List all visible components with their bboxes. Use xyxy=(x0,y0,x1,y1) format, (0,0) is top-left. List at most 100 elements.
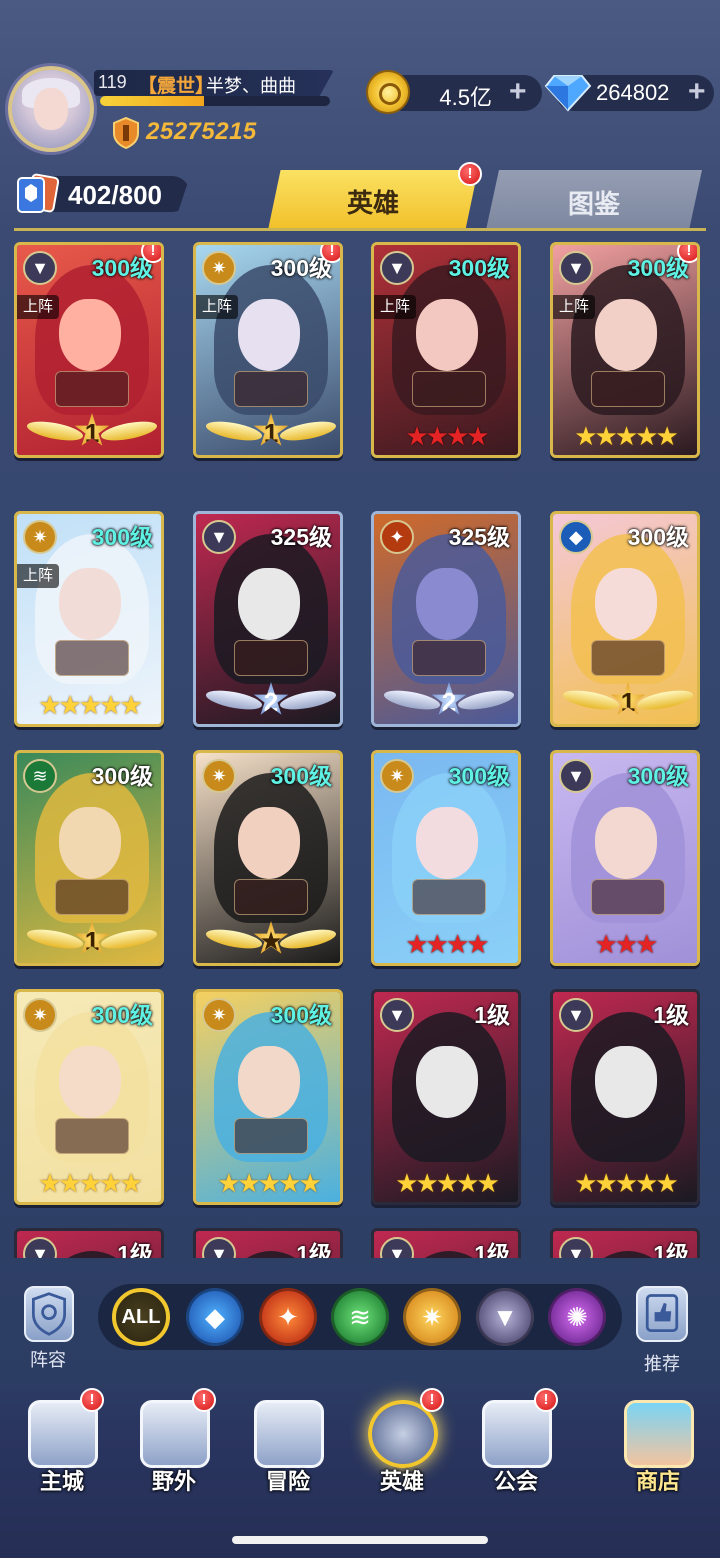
nav-field[interactable]: 野外 ! xyxy=(126,1388,222,1496)
hero-card[interactable]: ✷ 300级 上阵 ★★★★★ xyxy=(14,511,164,727)
tab-heroes-label: 英雄 xyxy=(346,188,399,218)
nav-heroes[interactable]: 英雄 ! xyxy=(354,1388,450,1496)
diamond-icon xyxy=(544,75,592,112)
hero-card[interactable]: ▼ 1级 ★★★★★ xyxy=(550,989,700,1205)
fire-faction-icon[interactable]: ✦ xyxy=(259,1288,317,1346)
hero-level: 300级 xyxy=(448,763,510,789)
hero-stars: ★★★★★ xyxy=(38,1168,143,1198)
hero-grid: ▼ 300级 上阵 1! ✷ 300级 上阵 1! ▼ 300级 上阵 ★★★★ ▼ 300级 上阵 ★★★★… xyxy=(0,236,720,1258)
hero-card[interactable]: ✷ 300级 ★ xyxy=(193,750,343,966)
hero-stars: ★★★★ xyxy=(405,421,489,451)
nav-guild[interactable]: 公会 ! xyxy=(468,1388,564,1496)
player-title-tag: 【震世】 xyxy=(138,76,215,97)
add-gold-button[interactable]: + xyxy=(509,77,527,107)
combat-power: 25275215 xyxy=(146,118,257,145)
hero-emblem-icon xyxy=(591,640,665,676)
dark-faction-icon[interactable]: ▼ xyxy=(476,1288,534,1346)
lineup-shield-icon xyxy=(31,1292,67,1336)
hero-count: 402/800 xyxy=(68,180,162,210)
all-filter-icon[interactable]: ALL xyxy=(112,1288,170,1346)
nav-adventure[interactable]: 冒险 xyxy=(240,1400,336,1496)
light-faction-icon: ✷ xyxy=(23,520,57,554)
hero-portrait-face xyxy=(416,1046,478,1118)
add-gem-button[interactable]: + xyxy=(688,77,706,107)
sword-gate-icon xyxy=(254,1400,324,1468)
hero-card[interactable]: ▼ 1级 xyxy=(550,1228,700,1258)
hero-emblem-icon xyxy=(55,879,129,915)
gold-coin-icon xyxy=(366,70,410,114)
hero-portrait-face xyxy=(59,568,121,640)
hero-card[interactable]: ▼ 300级 上阵 ★★★★ xyxy=(371,242,521,458)
hero-card[interactable]: ▼ 1级 xyxy=(371,1228,521,1258)
nav-field-alert: ! xyxy=(192,1388,216,1412)
player-avatar[interactable] xyxy=(8,66,94,152)
water-faction-icon: ◆ xyxy=(559,520,593,554)
hero-card[interactable]: ✷ 300级 ★★★★ xyxy=(371,750,521,966)
gem-amount: 264802 xyxy=(596,80,670,105)
water-faction-icon[interactable]: ◆ xyxy=(186,1288,244,1346)
wind-faction-icon[interactable]: ≋ xyxy=(331,1288,389,1346)
hero-stars: ★★★ xyxy=(594,929,659,959)
nav-adventure-label: 冒险 xyxy=(265,1469,310,1494)
hero-level: 1级 xyxy=(474,1002,510,1028)
hero-card[interactable]: ▼ 1级 xyxy=(193,1228,343,1258)
hero-emblem-icon xyxy=(55,371,129,407)
hero-stars: ★★★★★ xyxy=(574,421,679,451)
hero-portrait-face xyxy=(416,807,478,879)
nav-shop[interactable]: 商店 xyxy=(610,1400,706,1496)
hero-emblem-icon xyxy=(55,1118,129,1154)
hero-card[interactable]: ◆ 300级 1 xyxy=(550,511,700,727)
thumbs-up-icon xyxy=(645,1294,679,1332)
hero-stars: ★★★★ xyxy=(405,929,489,959)
hero-level: 300级 xyxy=(91,524,153,550)
player-name: 半梦、曲曲 xyxy=(206,76,296,96)
deployed-tag: 上阵 xyxy=(196,295,238,319)
hero-alert-badge: ! xyxy=(141,245,161,263)
gold-amount: 4.5亿 xyxy=(439,85,492,110)
fire-faction-icon: ✦ xyxy=(380,520,414,554)
recommend-button[interactable] xyxy=(636,1286,688,1342)
hero-card[interactable]: ✷ 300级 ★★★★★ xyxy=(193,989,343,1205)
hero-level: 1级 xyxy=(474,1241,510,1258)
hero-level: 325级 xyxy=(448,524,510,550)
hero-portrait-face xyxy=(238,568,300,640)
hero-level: 300级 xyxy=(270,1002,332,1028)
hero-level: 300级 xyxy=(91,1002,153,1028)
hero-card[interactable]: ▼ 300级 ★★★ xyxy=(550,750,700,966)
hero-level: 300级 xyxy=(627,763,689,789)
hero-card[interactable]: ▼ 1级 xyxy=(14,1228,164,1258)
hero-card[interactable]: ≋ 300级 1 xyxy=(14,750,164,966)
shop-stall-icon xyxy=(624,1400,694,1468)
dark-faction-icon: ▼ xyxy=(559,998,593,1032)
hero-emblem-icon xyxy=(234,640,308,676)
hero-cards-icon xyxy=(17,173,60,213)
nav-heroes-alert: ! xyxy=(420,1388,444,1412)
hero-card[interactable]: ▼ 300级 上阵 ★★★★★! xyxy=(550,242,700,458)
light-faction-icon[interactable]: ✷ xyxy=(403,1288,461,1346)
lineup-button[interactable] xyxy=(24,1286,74,1342)
awaken-wing-badge: ★ xyxy=(206,921,336,959)
hero-portrait-face xyxy=(595,807,657,879)
hero-card[interactable]: ✦ 325级 2 xyxy=(371,511,521,727)
exp-bar xyxy=(100,96,330,106)
hero-level: 325级 xyxy=(270,524,332,550)
hero-alert-badge: ! xyxy=(677,245,697,263)
awaken-wing-badge: 1 xyxy=(27,921,157,959)
light-faction-icon: ✷ xyxy=(380,759,414,793)
hero-card[interactable]: ▼ 325级 2 xyxy=(193,511,343,727)
hero-card[interactable]: ▼ 1级 ★★★★★ xyxy=(371,989,521,1205)
dark-faction-icon: ▼ xyxy=(202,520,236,554)
nav-main-city[interactable]: 主城 ! xyxy=(14,1388,110,1496)
hero-card[interactable]: ▼ 300级 上阵 1! xyxy=(14,242,164,458)
hero-card[interactable]: ✷ 300级 上阵 1! xyxy=(193,242,343,458)
nav-main-city-label: 主城 xyxy=(39,1469,84,1494)
light-faction-icon: ✷ xyxy=(23,998,57,1032)
hero-card[interactable]: ✷ 300级 ★★★★★ xyxy=(14,989,164,1205)
home-indicator[interactable] xyxy=(232,1536,488,1544)
hero-level: 300级 xyxy=(270,763,332,789)
hero-stars: ★★★★★ xyxy=(38,690,143,720)
deployed-tag: 上阵 xyxy=(17,295,59,319)
chaos-faction-icon[interactable]: ✺ xyxy=(548,1288,606,1346)
deployed-tag: 上阵 xyxy=(374,295,416,319)
hero-level: 300级 xyxy=(627,524,689,550)
